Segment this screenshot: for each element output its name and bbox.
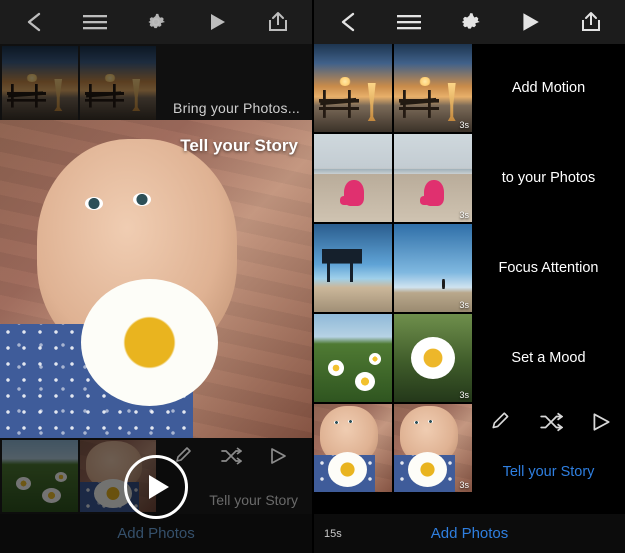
- thumbnail-daisy-field[interactable]: [2, 440, 78, 512]
- thumbnail-girl-2[interactable]: 3s: [394, 404, 472, 492]
- total-duration-label: 15s: [324, 527, 342, 540]
- settings-button[interactable]: [136, 4, 176, 40]
- row-label-to-your-photos: to your Photos: [501, 170, 596, 186]
- thumbnail-sunset-2[interactable]: [80, 46, 156, 120]
- gear-icon: [457, 9, 483, 35]
- play-circle-icon: [149, 475, 169, 499]
- thumbnail-tower[interactable]: [314, 224, 392, 312]
- hamburger-menu-icon: [82, 13, 108, 31]
- left-preview[interactable]: Tell your Story: [0, 120, 312, 438]
- thumbnail-daisy-field[interactable]: [314, 314, 392, 402]
- play-icon: [207, 12, 227, 32]
- left-top-filmstrip[interactable]: Bring your Photos...: [0, 44, 312, 120]
- right-add-photos-label: Add Photos: [430, 525, 509, 542]
- pencil-edit-icon[interactable]: [490, 411, 512, 438]
- chevron-left-icon: [24, 11, 44, 33]
- menu-button[interactable]: [389, 4, 429, 40]
- menu-button[interactable]: [75, 4, 115, 40]
- clip-duration: 3s: [459, 210, 469, 220]
- left-toolbar: [0, 0, 312, 44]
- storyboard-rows: 3s Add Motion 3s to your Photos 3s Focus…: [314, 44, 625, 514]
- play-button[interactable]: [510, 4, 550, 40]
- play-button[interactable]: [197, 4, 237, 40]
- thumbnail-beach-1[interactable]: [314, 134, 392, 222]
- row-label-focus-attention: Focus Attention: [498, 260, 599, 276]
- settings-button[interactable]: [450, 4, 490, 40]
- chevron-left-icon: [338, 11, 358, 33]
- share-export-icon: [580, 11, 602, 33]
- thumbnail-sunset-1[interactable]: [314, 44, 392, 132]
- table-row[interactable]: 3s Set a Mood: [314, 314, 625, 402]
- row-label-set-a-mood: Set a Mood: [511, 350, 586, 366]
- thumbnail-sunset-1[interactable]: [2, 46, 78, 120]
- table-row[interactable]: 3s Focus Attention: [314, 224, 625, 312]
- big-play-button[interactable]: [124, 455, 188, 519]
- right-row-tools: [476, 402, 625, 446]
- shuffle-icon[interactable]: [220, 446, 243, 470]
- thumbnail-daisy-closeup[interactable]: 3s: [394, 314, 472, 402]
- clip-duration: 3s: [459, 120, 469, 130]
- thumbnail-beach-2[interactable]: 3s: [394, 134, 472, 222]
- gear-icon: [144, 10, 168, 34]
- left-add-photos-button[interactable]: Add Photos: [0, 514, 312, 553]
- thumbnail-sunset-2[interactable]: 3s: [394, 44, 472, 132]
- left-add-photos-label: Add Photos: [117, 525, 195, 542]
- share-export-icon: [267, 11, 289, 33]
- play-triangle-icon[interactable]: [590, 412, 612, 437]
- clip-duration: 3s: [459, 480, 469, 490]
- app-root: Bring your Photos... Tell your Story Tel…: [0, 0, 625, 553]
- table-row[interactable]: 3s to your Photos: [314, 134, 625, 222]
- share-button[interactable]: [258, 4, 298, 40]
- left-bottom-caption: Tell your Story: [209, 492, 298, 508]
- left-panel: Bring your Photos... Tell your Story Tel…: [0, 0, 312, 553]
- clip-duration: 3s: [459, 300, 469, 310]
- preview-caption: Tell your Story: [180, 136, 298, 155]
- share-button[interactable]: [571, 4, 611, 40]
- play-triangle-icon[interactable]: [268, 447, 288, 470]
- table-row[interactable]: 3s Add Motion: [314, 44, 625, 132]
- play-icon: [519, 11, 541, 33]
- clip-duration: 3s: [459, 390, 469, 400]
- back-button[interactable]: [328, 4, 368, 40]
- back-button[interactable]: [14, 4, 54, 40]
- right-panel: 3s Add Motion 3s to your Photos 3s Focus…: [314, 0, 625, 553]
- right-add-photos-button[interactable]: 15s Add Photos: [314, 514, 625, 553]
- table-row[interactable]: 3s Tell your Story: [314, 404, 625, 492]
- hamburger-menu-icon: [396, 13, 422, 31]
- row-label-add-motion: Add Motion: [511, 80, 586, 96]
- thumbnail-girl-1[interactable]: [314, 404, 392, 492]
- right-toolbar: [314, 0, 625, 44]
- thumbnail-horizon[interactable]: 3s: [394, 224, 472, 312]
- top-caption: Bring your Photos...: [173, 100, 300, 116]
- shuffle-icon[interactable]: [539, 412, 563, 437]
